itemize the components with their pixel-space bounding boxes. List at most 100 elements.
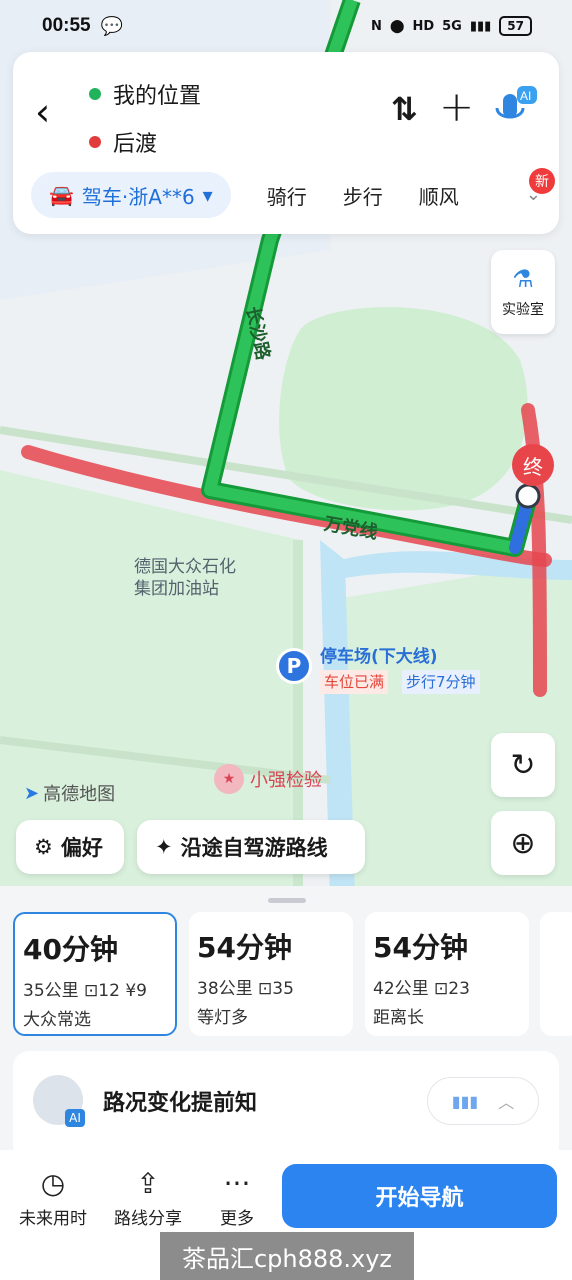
back-button[interactable]: ‹ — [35, 92, 67, 132]
route-toll: 9 — [136, 981, 147, 1001]
travel-mode-tabs: 🚘 驾车·浙A**6 ▾ 骑行 步行 顺风 — [31, 172, 547, 218]
clock-icon: ◷ — [40, 1167, 66, 1200]
target-icon: ⊕ — [510, 825, 536, 861]
sheet-handle[interactable] — [268, 898, 306, 903]
preference-label: 偏好 — [60, 836, 103, 860]
swap-icon: ⇅ — [391, 90, 418, 128]
amap-logo: ➤ 高德地图 — [24, 780, 115, 806]
chevron-left-icon: ‹ — [35, 90, 51, 134]
traffic-light-icon: ⊡ — [258, 979, 273, 999]
road-trip-button[interactable]: ✦ 沿途自驾游路线 — [137, 820, 365, 874]
parking-name[interactable]: 停车场(下大线) — [320, 642, 438, 667]
amap-arrow-icon: ➤ — [24, 782, 40, 804]
status-time: 00:55 — [42, 15, 91, 36]
route-time: 54分钟 — [197, 931, 292, 964]
route-tag: 大众常选 — [23, 1010, 91, 1030]
route-option-3[interactable]: 54分钟 42公里 ⊡23 距离长 — [365, 912, 529, 1036]
more-modes-chevron-icon[interactable]: ⌄ — [526, 184, 541, 205]
location-icon: ⬤ — [389, 18, 405, 34]
origin-label: 我的位置 — [113, 84, 202, 109]
yen-icon: ¥ — [125, 981, 137, 1001]
route-time: 54分钟 — [373, 931, 468, 964]
watermark: 茶品汇cph888.xyz — [160, 1232, 414, 1280]
route-distance: 38公里 — [197, 979, 253, 999]
flask-icon: ⚗ — [512, 265, 534, 293]
poi-label[interactable]: 小强检验 — [250, 766, 322, 792]
origin-dot-icon — [89, 88, 101, 100]
route-lights: 23 — [448, 979, 470, 999]
traffic-light-icon: ⊡ — [434, 979, 449, 999]
sliders-icon: ⚙ — [34, 835, 53, 859]
lab-label: 实验室 — [502, 302, 544, 318]
route-meta: 42公里 ⊡23 — [373, 974, 521, 999]
car-icon: 🚘 — [49, 183, 74, 207]
road-trip-label: 沿途自驾游路线 — [180, 836, 328, 860]
route-distance: 35公里 — [23, 981, 79, 1001]
route-option-2[interactable]: 54分钟 38公里 ⊡35 等灯多 — [189, 912, 353, 1036]
locate-button[interactable]: ⊕ — [491, 811, 555, 875]
lab-button[interactable]: ⚗ 实验室 — [491, 250, 555, 334]
amap-logo-text: 高德地图 — [43, 784, 116, 805]
svg-text:AI: AI — [520, 89, 531, 103]
destination-label: 后渡 — [113, 132, 158, 157]
hd-icon: HD — [412, 18, 435, 34]
share-route-button[interactable]: ⇪ 路线分享 — [103, 1164, 193, 1229]
tab-ride[interactable]: 骑行 — [267, 181, 307, 210]
traffic-card-title: 路况变化提前知 — [103, 1091, 258, 1116]
caret-down-icon: ▾ — [202, 183, 213, 207]
route-lights: 35 — [272, 979, 294, 999]
plus-icon: + — [439, 82, 475, 131]
gas-station-label[interactable]: 德国大众石化 集团加油站 — [134, 556, 236, 600]
route-meta: 35公里 ⊡12 ¥9 — [23, 976, 167, 1001]
sparkle-icon: ✦ — [155, 835, 173, 859]
battery-indicator: 57 — [499, 16, 532, 36]
route-distance: 42公里 — [373, 979, 429, 999]
more-button[interactable]: ··· 更多 — [192, 1164, 282, 1229]
route-option-4[interactable] — [540, 912, 572, 1036]
route-header-card: ‹ 我的位置 后渡 ⇅ + AI 🚘 驾车·浙A**6 ▾ 骑行 步行 顺风 新… — [13, 52, 559, 234]
signal-icon: ▮▮▮ — [469, 18, 492, 34]
route-meta: 38公里 ⊡35 — [197, 974, 345, 999]
mic-ai-icon: AI — [495, 86, 537, 119]
parking-marker[interactable]: P — [276, 648, 312, 684]
expand-toggle[interactable]: ▮▮▮ ︿ — [427, 1077, 539, 1125]
tab-drive[interactable]: 🚘 驾车·浙A**6 ▾ — [31, 172, 231, 218]
more-dots-icon: ··· — [223, 1167, 251, 1200]
destination-dot-icon — [89, 136, 101, 148]
route-time: 40分钟 — [23, 933, 118, 966]
voice-ai-button[interactable]: AI — [493, 86, 537, 134]
route-tag: 距离长 — [373, 1008, 424, 1028]
network-label: 5G — [442, 18, 462, 34]
poi-star-icon[interactable]: ★ — [214, 764, 244, 794]
origin-row[interactable]: 我的位置 — [89, 78, 201, 110]
ai-badge: AI — [65, 1109, 85, 1127]
preference-button[interactable]: ⚙ 偏好 — [16, 820, 124, 874]
parking-full-tag: 车位已满 — [320, 670, 389, 694]
bars-icon: ▮▮▮ — [451, 1091, 479, 1111]
refresh-button[interactable]: ↻ — [491, 733, 555, 797]
tab-walk[interactable]: 步行 — [343, 181, 383, 210]
tab-drive-label: 驾车·浙A**6 — [81, 184, 195, 209]
future-time-button[interactable]: ◷ 未来用时 — [8, 1164, 98, 1229]
tab-ride-share[interactable]: 顺风 — [419, 181, 459, 210]
parking-walk-tag: 步行7分钟 — [402, 670, 480, 694]
wechat-icon: 💬 — [100, 15, 124, 37]
destination-marker[interactable]: 终 — [512, 444, 554, 486]
swap-button[interactable]: ⇅ — [391, 90, 418, 128]
traffic-light-icon: ⊡ — [84, 981, 99, 1001]
share-route-label: 路线分享 — [114, 1209, 182, 1229]
share-icon: ⇪ — [136, 1167, 160, 1200]
refresh-icon: ↻ — [510, 747, 536, 783]
status-bar: 00:55 💬 N ⬤ HD 5G ▮▮▮ 57 — [0, 0, 572, 52]
route-option-1[interactable]: 40分钟 35公里 ⊡12 ¥9 大众常选 — [13, 912, 177, 1036]
destination-row[interactable]: 后渡 — [89, 126, 157, 158]
start-navigation-button[interactable]: 开始导航 — [282, 1164, 557, 1228]
traffic-forecast-card[interactable]: AI 路况变化提前知 ▮▮▮ ︿ — [13, 1051, 559, 1161]
chevron-up-icon: ︿ — [498, 1093, 515, 1112]
future-time-label: 未来用时 — [19, 1209, 87, 1229]
route-lights: 12 — [98, 981, 120, 1001]
more-label: 更多 — [220, 1209, 254, 1229]
route-tag: 等灯多 — [197, 1008, 248, 1028]
nfc-icon: N — [370, 18, 382, 34]
add-waypoint-button[interactable]: + — [439, 82, 474, 131]
